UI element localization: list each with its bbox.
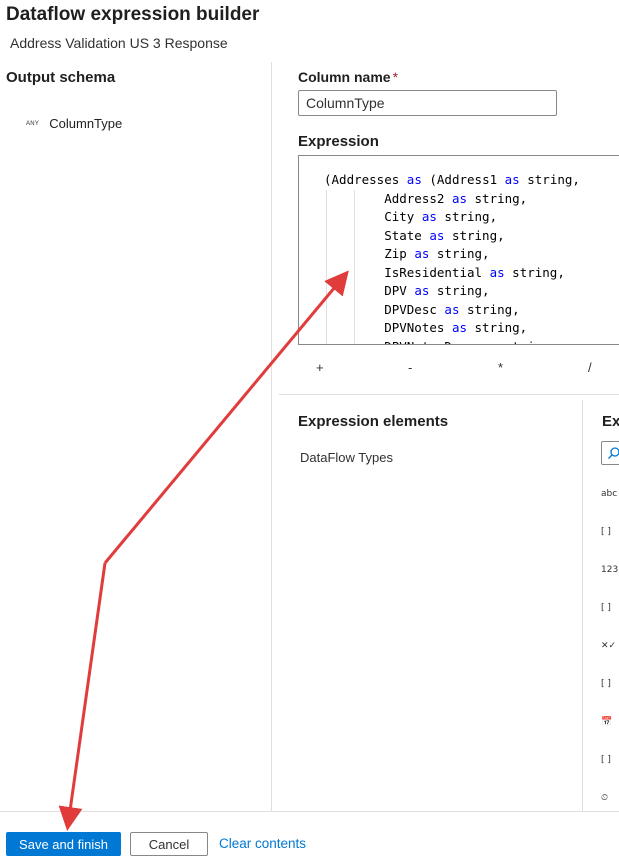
string-type-icon[interactable]: abc [601, 489, 617, 499]
code-line: DPVDesc as string, [324, 301, 580, 320]
code-keyword: as [504, 172, 520, 187]
expression-editor[interactable]: (Addresses as (Address1 as string, Addre… [298, 155, 619, 345]
code-line: DPVNotesDesc as string, [324, 338, 580, 345]
pane-divider [271, 62, 272, 811]
clear-contents-link[interactable]: Clear contents [219, 836, 306, 851]
code-token: DPVNotesDesc [324, 339, 482, 345]
code-keyword: as [444, 301, 460, 317]
minus-operator-button[interactable]: - [408, 360, 412, 375]
date-type-icon[interactable]: 📅 [601, 717, 612, 727]
operator-toolbar: + - * / [300, 360, 619, 376]
code-token: City [324, 209, 422, 224]
code-token: IsResidential [324, 264, 490, 280]
divide-operator-button[interactable]: / [588, 360, 592, 375]
any-type-icon: ANY [26, 120, 40, 127]
code-line: City as string, [324, 208, 580, 227]
cancel-button[interactable]: Cancel [130, 832, 208, 856]
dialog-title: Dataflow expression builder [6, 4, 260, 25]
code-token: DPVNotes [324, 320, 452, 335]
code-token: string, [504, 264, 565, 280]
code-token: DPV [324, 283, 415, 298]
code-token: Zip [324, 246, 415, 261]
code-token: string, [519, 172, 580, 187]
code-keyword: as [489, 264, 505, 280]
integer-type-icon[interactable]: 123 [601, 565, 618, 575]
arrow-to-save-button [58, 562, 107, 831]
code-line: Zip as string, [324, 245, 580, 264]
expression-elements-title: Expression elements [298, 413, 449, 430]
column-name-input[interactable] [298, 90, 557, 116]
code-keyword: as [429, 227, 445, 243]
expression-code: (Addresses as (Address1 as string, Addre… [324, 171, 580, 345]
code-token: State [324, 227, 430, 243]
code-token: string, [429, 283, 490, 298]
plus-operator-button[interactable]: + [316, 360, 324, 375]
column-name-label-text: Column name [298, 69, 391, 85]
code-line: Address2 as string, [324, 190, 580, 209]
code-token: Address2 [324, 190, 452, 206]
array-icon[interactable]: [ ] [601, 603, 611, 613]
array-icon[interactable]: [ ] [601, 755, 611, 765]
code-token: string, [467, 320, 528, 335]
search-icon [608, 447, 619, 459]
expression-label: Expression [298, 133, 379, 150]
code-line: State as string, [324, 227, 580, 246]
code-token: (Address1 [421, 172, 505, 187]
code-token: string, [436, 209, 498, 224]
code-token: string, [429, 246, 490, 261]
code-keyword: as [482, 339, 497, 345]
column-name-label: Column name * [298, 69, 398, 85]
footer-divider [0, 811, 619, 812]
section-divider [279, 394, 619, 395]
values-search-input[interactable] [601, 441, 619, 465]
expression-values-title: Exp [602, 413, 619, 430]
required-mark: * [392, 69, 399, 85]
code-token: string, [459, 301, 520, 317]
boolean-type-icon[interactable]: ✕✓ [601, 641, 616, 651]
code-line: DPVNotes as string, [324, 319, 580, 338]
output-schema-item[interactable]: ANY ColumnType [26, 116, 122, 131]
element-item-dataflow-types[interactable]: DataFlow Types [300, 450, 393, 465]
code-line: DPV as string, [324, 282, 580, 301]
code-line: (Addresses as (Address1 as string, [324, 171, 580, 190]
code-keyword: as [414, 283, 430, 298]
code-token: string, [467, 190, 528, 206]
timestamp-type-icon[interactable]: ⏲ [601, 793, 608, 803]
code-keyword: as [414, 246, 430, 261]
multiply-operator-button[interactable]: * [498, 360, 503, 375]
code-keyword: as [406, 172, 422, 187]
array-icon[interactable]: [ ] [601, 679, 611, 689]
code-token: (Addresses [324, 172, 407, 187]
code-token: DPVDesc [324, 301, 445, 317]
dialog-subtitle: Address Validation US 3 Response [10, 35, 228, 51]
elements-divider [582, 400, 583, 811]
code-token: string, [444, 227, 505, 243]
code-line: IsResidential as string, [324, 264, 580, 283]
code-keyword: as [451, 190, 467, 206]
code-keyword: as [421, 209, 437, 224]
output-schema-item-label: ColumnType [49, 116, 123, 131]
output-schema-title: Output schema [6, 69, 116, 86]
array-icon[interactable]: [ ] [601, 527, 611, 537]
code-token: string, [497, 339, 558, 345]
save-and-finish-button[interactable]: Save and finish [6, 832, 121, 856]
code-keyword: as [451, 320, 467, 335]
